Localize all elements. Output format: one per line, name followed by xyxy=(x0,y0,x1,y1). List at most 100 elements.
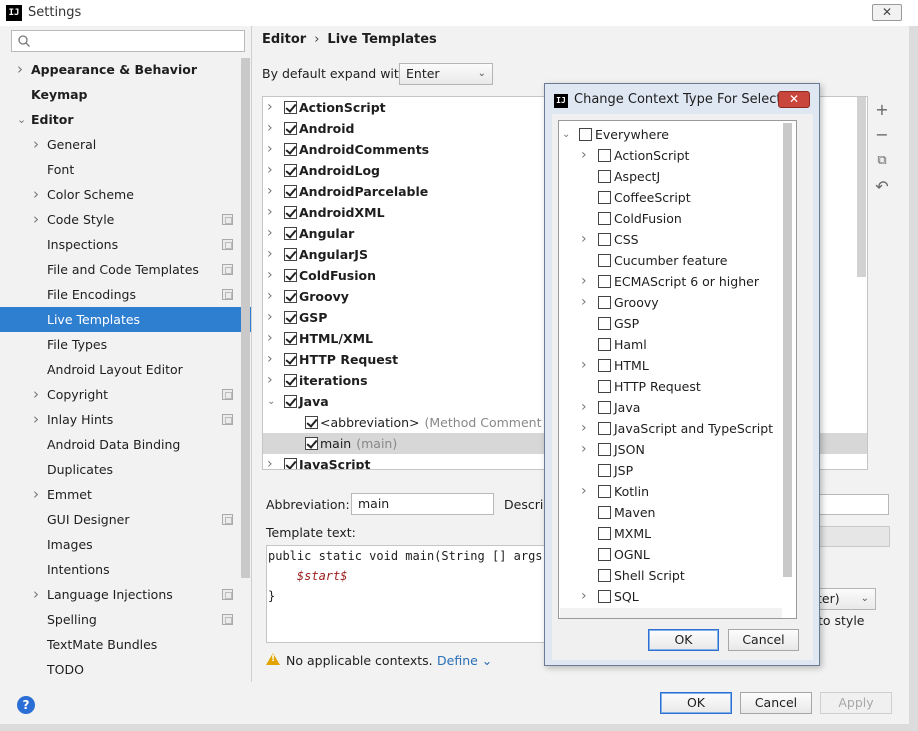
template-checkbox[interactable] xyxy=(284,164,297,177)
template-checkbox[interactable] xyxy=(305,416,318,429)
sidebar-item[interactable]: File Types xyxy=(0,332,251,357)
restore-icon[interactable]: ↶ xyxy=(872,177,892,197)
context-checkbox[interactable] xyxy=(598,401,611,414)
chevron-right-icon[interactable]: › xyxy=(33,207,43,232)
template-checkbox[interactable] xyxy=(284,269,297,282)
template-checkbox[interactable] xyxy=(284,311,297,324)
context-scrollbar[interactable] xyxy=(783,123,792,577)
copy-icon[interactable]: ⧉ xyxy=(872,151,892,171)
sidebar-item[interactable]: › Emmet xyxy=(0,482,251,507)
sidebar-item[interactable]: Spelling xyxy=(0,607,251,632)
context-item[interactable]: › HTML xyxy=(559,355,794,376)
template-checkbox[interactable] xyxy=(284,374,297,387)
template-checkbox[interactable] xyxy=(284,143,297,156)
sidebar-item[interactable]: ⌄ Editor xyxy=(0,107,251,132)
chevron-right-icon[interactable]: › xyxy=(581,229,587,250)
context-checkbox[interactable] xyxy=(598,422,611,435)
context-checkbox[interactable] xyxy=(598,317,611,330)
sidebar-item[interactable]: › General xyxy=(0,132,251,157)
ok-button[interactable]: OK xyxy=(660,692,732,714)
sidebar-item[interactable]: Images xyxy=(0,532,251,557)
chevron-right-icon[interactable]: › xyxy=(267,181,273,202)
chevron-down-icon[interactable]: ⌄ xyxy=(267,391,275,412)
dialog-cancel-button[interactable]: Cancel xyxy=(728,629,799,651)
add-icon[interactable]: + xyxy=(872,100,892,120)
chevron-right-icon[interactable]: › xyxy=(33,382,43,407)
templates-scrollbar[interactable] xyxy=(857,97,866,277)
context-item[interactable]: JSP xyxy=(559,460,794,481)
context-item[interactable]: › CSS xyxy=(559,229,794,250)
sidebar-item[interactable]: › Copyright xyxy=(0,382,251,407)
chevron-right-icon[interactable]: › xyxy=(267,265,273,286)
sidebar-item[interactable]: › Language Injections xyxy=(0,582,251,607)
chevron-right-icon[interactable]: › xyxy=(581,397,587,418)
sidebar-item[interactable]: TextMate Bundles xyxy=(0,632,251,657)
context-item[interactable]: Haml xyxy=(559,334,794,355)
sidebar-item[interactable]: Live Templates xyxy=(0,307,251,332)
window-close-button[interactable]: ✕ xyxy=(872,4,902,21)
chevron-down-icon[interactable]: ⌄ xyxy=(17,107,27,132)
template-checkbox[interactable] xyxy=(284,458,297,469)
sidebar-item[interactable]: › Inlay Hints xyxy=(0,407,251,432)
template-checkbox[interactable] xyxy=(284,395,297,408)
template-checkbox[interactable] xyxy=(284,227,297,240)
context-item[interactable]: Shell Script xyxy=(559,565,794,586)
sidebar-item[interactable]: › Code Style xyxy=(0,207,251,232)
sidebar-item[interactable]: GUI Designer xyxy=(0,507,251,532)
context-checkbox[interactable] xyxy=(598,569,611,582)
context-item[interactable]: AspectJ xyxy=(559,166,794,187)
chevron-right-icon[interactable]: › xyxy=(267,97,273,118)
sidebar-item[interactable]: Duplicates xyxy=(0,457,251,482)
chevron-right-icon[interactable]: › xyxy=(581,439,587,460)
chevron-right-icon[interactable]: › xyxy=(33,582,43,607)
context-checkbox[interactable] xyxy=(598,191,611,204)
context-checkbox[interactable] xyxy=(598,170,611,183)
context-checkbox[interactable] xyxy=(598,338,611,351)
chevron-right-icon[interactable]: › xyxy=(581,271,587,292)
chevron-right-icon[interactable]: › xyxy=(267,328,273,349)
context-checkbox[interactable] xyxy=(598,590,611,603)
chevron-right-icon[interactable]: › xyxy=(267,454,273,469)
context-checkbox[interactable] xyxy=(598,359,611,372)
template-checkbox[interactable] xyxy=(284,122,297,135)
chevron-right-icon[interactable]: › xyxy=(33,132,43,157)
context-item[interactable]: › JSON xyxy=(559,439,794,460)
sidebar-item[interactable]: › Appearance & Behavior xyxy=(0,57,251,82)
context-checkbox[interactable] xyxy=(598,506,611,519)
context-item[interactable]: › Kotlin xyxy=(559,481,794,502)
edit-variables-button[interactable] xyxy=(815,526,890,547)
context-item[interactable]: › JavaScript and TypeScript xyxy=(559,418,794,439)
expand-with-select[interactable]: Enter ⌄ xyxy=(399,63,493,85)
context-item[interactable]: MXML xyxy=(559,523,794,544)
template-checkbox[interactable] xyxy=(284,248,297,261)
sidebar-item[interactable]: TODO xyxy=(0,657,251,682)
chevron-right-icon[interactable]: › xyxy=(267,307,273,328)
search-input[interactable] xyxy=(11,30,245,52)
context-checkbox[interactable] xyxy=(598,233,611,246)
context-checkbox[interactable] xyxy=(598,464,611,477)
chevron-right-icon[interactable]: › xyxy=(581,481,587,502)
sidebar-item[interactable]: File Encodings xyxy=(0,282,251,307)
context-item[interactable]: › SQL xyxy=(559,586,794,607)
sidebar-item[interactable]: Android Data Binding xyxy=(0,432,251,457)
chevron-right-icon[interactable]: › xyxy=(267,139,273,160)
sidebar-item[interactable]: File and Code Templates xyxy=(0,257,251,282)
abbreviation-input[interactable]: main xyxy=(351,493,494,515)
chevron-right-icon[interactable]: › xyxy=(267,370,273,391)
context-checkbox[interactable] xyxy=(598,212,611,225)
chevron-right-icon[interactable]: › xyxy=(267,160,273,181)
help-icon[interactable]: ? xyxy=(17,696,35,714)
context-item[interactable]: HTTP Request xyxy=(559,376,794,397)
chevron-right-icon[interactable]: › xyxy=(581,586,587,607)
chevron-right-icon[interactable]: › xyxy=(267,244,273,265)
context-item[interactable]: › ActionScript xyxy=(559,145,794,166)
context-item[interactable]: GSP xyxy=(559,313,794,334)
sidebar-item[interactable]: Inspections xyxy=(0,232,251,257)
context-checkbox[interactable] xyxy=(579,128,592,141)
context-item[interactable]: ⌄ Everywhere xyxy=(559,124,794,145)
chevron-right-icon[interactable]: › xyxy=(267,202,273,223)
chevron-right-icon[interactable]: › xyxy=(267,349,273,370)
chevron-right-icon[interactable]: › xyxy=(581,418,587,439)
context-item[interactable]: › Java xyxy=(559,397,794,418)
context-item[interactable]: › ECMAScript 6 or higher xyxy=(559,271,794,292)
